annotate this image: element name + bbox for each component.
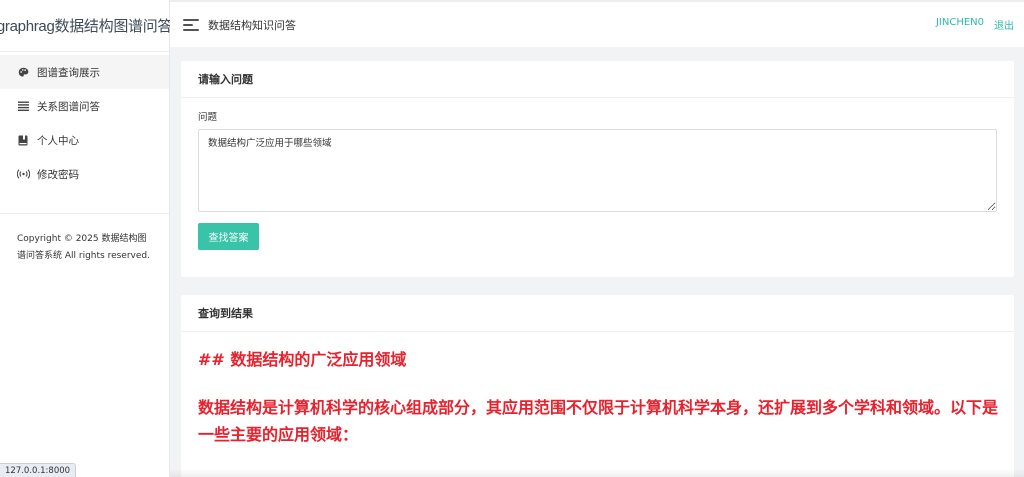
list-icon [16,99,30,113]
question-input[interactable]: 数据结构广泛应用于哪些领域 [198,129,997,212]
copyright-text: Copyright © 2025 数据结构图谱问答系统 All rights r… [0,213,169,265]
status-bar-url: 127.0.0.1:8000 [0,463,77,477]
sidebar-item-relation-qa[interactable]: 关系图谱问答 [0,89,169,123]
sidebar: graphrag数据结构图谱问答 图谱查询展示 关系图谱问答 个人中心 修改密码 [0,0,172,477]
palette-icon [16,65,30,79]
topbar: 数据结构知识问答 JINCHEN0 退出 [170,0,1024,47]
sidebar-item-label: 个人中心 [37,134,79,147]
result-paragraph: 数据结构是计算机科学的核心组成部分，其应用范围不仅限于计算机科学本身，还扩展到多… [198,398,999,444]
question-label: 问题 [198,112,218,123]
logout-link[interactable]: 退出 [994,17,1014,32]
username-link[interactable]: JINCHEN0 [936,17,984,32]
find-answer-button[interactable]: 查找答案 [198,223,259,250]
sidebar-nav: 图谱查询展示 关系图谱问答 个人中心 修改密码 [0,52,169,191]
page-title: 数据结构知识问答 [208,18,296,32]
query-card-header: 请输入问题 [181,61,1014,98]
user-area: JINCHEN0 退出 [936,17,1014,32]
sidebar-item-label: 图谱查询展示 [37,66,100,79]
sidebar-item-label: 关系图谱问答 [37,100,100,113]
result-card: 查询到结果 ## 数据结构的广泛应用领域 数据结构是计算机科学的核心组成部分，其… [181,295,1014,477]
brand-title[interactable]: graphrag数据结构图谱问答 [0,0,172,52]
sidebar-item-profile[interactable]: 个人中心 [0,123,169,157]
result-heading: ## 数据结构的广泛应用领域 [198,350,407,369]
sidebar-item-change-password[interactable]: 修改密码 [0,157,169,191]
query-card: 请输入问题 问题 数据结构广泛应用于哪些领域 查找答案 [181,61,1014,277]
menu-toggle-icon[interactable] [183,18,199,31]
result-card-header: 查询到结果 [181,295,1014,332]
broadcast-icon [16,167,30,181]
sidebar-item-graph-query[interactable]: 图谱查询展示 [0,55,169,89]
book-icon [16,133,30,147]
bottom-shadow [170,469,1024,477]
sidebar-item-label: 修改密码 [37,168,79,181]
